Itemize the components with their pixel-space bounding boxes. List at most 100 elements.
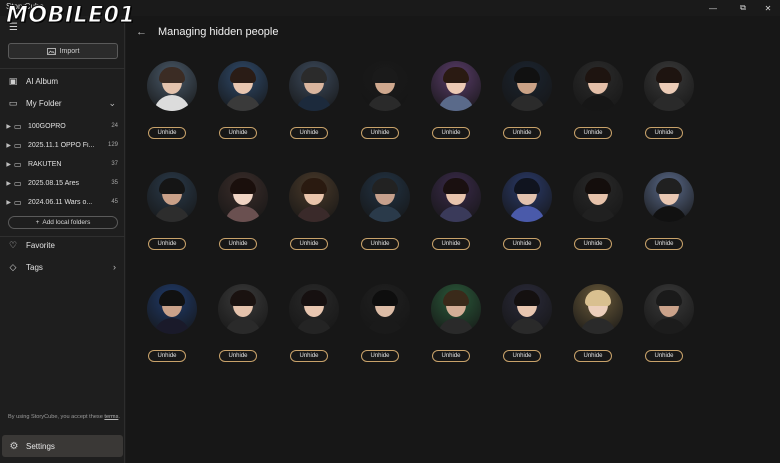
unhide-button[interactable]: Unhide: [432, 238, 470, 250]
unhide-button[interactable]: Unhide: [432, 127, 470, 139]
person-avatar[interactable]: [147, 284, 197, 334]
add-local-folders-button[interactable]: + Add local folders: [8, 216, 118, 229]
unhide-button[interactable]: Unhide: [290, 238, 328, 250]
tag-icon: ◇: [9, 261, 17, 272]
folder-item[interactable]: ▶ ▭ 2024.06.11 Wars o... 45: [0, 194, 125, 210]
gear-icon: ⚙: [9, 440, 19, 452]
unhide-button[interactable]: Unhide: [148, 127, 186, 139]
unhide-button[interactable]: Unhide: [574, 127, 612, 139]
unhide-button[interactable]: Unhide: [361, 350, 399, 362]
person-avatar[interactable]: [360, 172, 410, 222]
chevron-down-icon[interactable]: ⌄: [108, 98, 116, 109]
folder-item[interactable]: ▶ ▭ 2025.08.15 Ares 35: [0, 175, 125, 191]
unhide-button[interactable]: Unhide: [219, 350, 257, 362]
favorite-label: Favorite: [26, 240, 55, 250]
unhide-button[interactable]: Unhide: [219, 238, 257, 250]
person-card: Unhide: [497, 61, 557, 151]
person-avatar[interactable]: [147, 172, 197, 222]
person-avatar[interactable]: [289, 172, 339, 222]
settings-label: Settings: [26, 441, 55, 451]
unhide-button[interactable]: Unhide: [503, 238, 541, 250]
unhide-button[interactable]: Unhide: [574, 350, 612, 362]
person-card: Unhide: [426, 172, 486, 262]
person-avatar[interactable]: [431, 172, 481, 222]
folder-count: 37: [111, 161, 118, 167]
person-card: Unhide: [497, 172, 557, 262]
folder-item[interactable]: ▶ ▭ 100GOPRO 24: [0, 118, 125, 134]
folder-name: RAKUTEN: [28, 160, 62, 168]
person-avatar[interactable]: [431, 284, 481, 334]
import-button[interactable]: Import: [8, 43, 118, 59]
folder-item[interactable]: ▶ ▭ 2025.11.1 OPPO Fi... 129: [0, 137, 125, 153]
unhide-button[interactable]: Unhide: [645, 127, 683, 139]
unhide-button[interactable]: Unhide: [432, 350, 470, 362]
nav-tags[interactable]: ◇ Tags ›: [0, 258, 125, 276]
unhide-button[interactable]: Unhide: [148, 238, 186, 250]
person-avatar[interactable]: [573, 284, 623, 334]
person-card: Unhide: [568, 284, 628, 374]
nav-my-folder[interactable]: ▭ My Folder ⌄: [0, 94, 125, 112]
unhide-button[interactable]: Unhide: [361, 127, 399, 139]
person-card: Unhide: [284, 61, 344, 151]
terms-link[interactable]: terms: [104, 414, 118, 420]
add-folders-label: Add local folders: [42, 219, 91, 226]
expand-arrow-icon[interactable]: ▶: [0, 161, 14, 168]
person-avatar[interactable]: [644, 61, 694, 111]
unhide-button[interactable]: Unhide: [503, 127, 541, 139]
nav-favorite[interactable]: ♡ Favorite: [0, 236, 125, 254]
person-avatar[interactable]: [289, 61, 339, 111]
person-card: Unhide: [355, 284, 415, 374]
person-card: Unhide: [142, 61, 202, 151]
folder-name: 2024.06.11 Wars o...: [28, 198, 93, 206]
person-avatar[interactable]: [360, 284, 410, 334]
image-icon: [46, 47, 56, 55]
person-avatar[interactable]: [218, 284, 268, 334]
person-avatar[interactable]: [431, 61, 481, 111]
person-avatar[interactable]: [644, 172, 694, 222]
expand-arrow-icon[interactable]: ▶: [0, 199, 14, 206]
person-avatar[interactable]: [573, 172, 623, 222]
expand-arrow-icon[interactable]: ▶: [0, 180, 14, 187]
person-card: Unhide: [284, 284, 344, 374]
person-card: Unhide: [355, 61, 415, 151]
close-icon[interactable]: ✕: [755, 0, 780, 16]
person-avatar[interactable]: [218, 172, 268, 222]
unhide-button[interactable]: Unhide: [219, 127, 257, 139]
minimize-icon[interactable]: —: [700, 0, 726, 16]
person-card: Unhide: [284, 172, 344, 262]
unhide-button[interactable]: Unhide: [290, 127, 328, 139]
person-avatar[interactable]: [644, 284, 694, 334]
unhide-button[interactable]: Unhide: [503, 350, 541, 362]
person-avatar[interactable]: [289, 284, 339, 334]
person-card: Unhide: [426, 61, 486, 151]
unhide-button[interactable]: Unhide: [290, 350, 328, 362]
folder-icon: ▭: [14, 121, 22, 131]
nav-ai-album[interactable]: ▣ AI Album: [0, 72, 125, 90]
person-avatar[interactable]: [573, 61, 623, 111]
person-avatar[interactable]: [360, 61, 410, 111]
chevron-right-icon[interactable]: ›: [113, 262, 116, 272]
unhide-button[interactable]: Unhide: [645, 238, 683, 250]
album-icon: ▣: [8, 75, 18, 86]
expand-arrow-icon[interactable]: ▶: [0, 123, 14, 130]
person-avatar[interactable]: [218, 61, 268, 111]
person-card: Unhide: [568, 172, 628, 262]
person-avatar[interactable]: [502, 172, 552, 222]
folder-count: 45: [111, 199, 118, 205]
plus-icon: +: [35, 219, 40, 226]
unhide-button[interactable]: Unhide: [574, 238, 612, 250]
maximize-icon[interactable]: ⧉: [730, 0, 756, 16]
unhide-button[interactable]: Unhide: [148, 350, 186, 362]
folder-icon: ▭: [14, 178, 22, 188]
person-card: Unhide: [142, 172, 202, 262]
settings-button[interactable]: ⚙ Settings: [2, 435, 123, 457]
person-avatar[interactable]: [147, 61, 197, 111]
unhide-button[interactable]: Unhide: [645, 350, 683, 362]
expand-arrow-icon[interactable]: ▶: [0, 142, 14, 149]
person-avatar[interactable]: [502, 284, 552, 334]
unhide-button[interactable]: Unhide: [361, 238, 399, 250]
terms-text: By using StoryCube, you accept these: [8, 414, 105, 420]
person-avatar[interactable]: [502, 61, 552, 111]
back-arrow-icon[interactable]: ←: [136, 26, 147, 38]
folder-item[interactable]: ▶ ▭ RAKUTEN 37: [0, 156, 125, 172]
